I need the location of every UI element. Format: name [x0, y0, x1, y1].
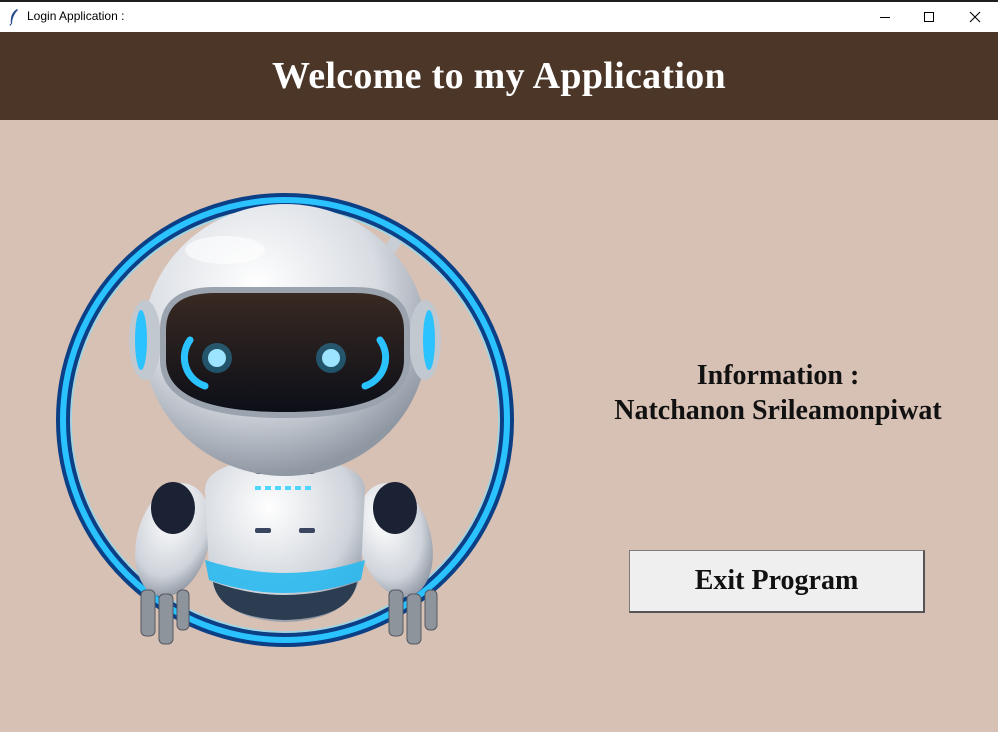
information-label: Information :	[696, 360, 860, 391]
close-icon	[969, 11, 981, 23]
information-block: Information : Natchanon Srileamonpiwat	[560, 358, 996, 428]
robot-mascot-icon	[56, 193, 514, 647]
window-titlebar: Login Application :	[0, 0, 998, 32]
close-button[interactable]	[952, 2, 998, 32]
welcome-header: Welcome to my Application	[0, 32, 998, 120]
maximize-button[interactable]	[906, 2, 952, 32]
author-name: Natchanon Srileamonpiwat	[614, 395, 942, 426]
exit-program-button[interactable]: Exit Program	[629, 550, 925, 613]
maximize-icon	[924, 12, 934, 22]
minimize-button[interactable]	[862, 2, 908, 32]
feather-icon	[9, 9, 18, 26]
minimize-icon	[880, 17, 890, 18]
window-title: Login Application :	[27, 9, 125, 23]
page-title: Welcome to my Application	[272, 55, 726, 97]
